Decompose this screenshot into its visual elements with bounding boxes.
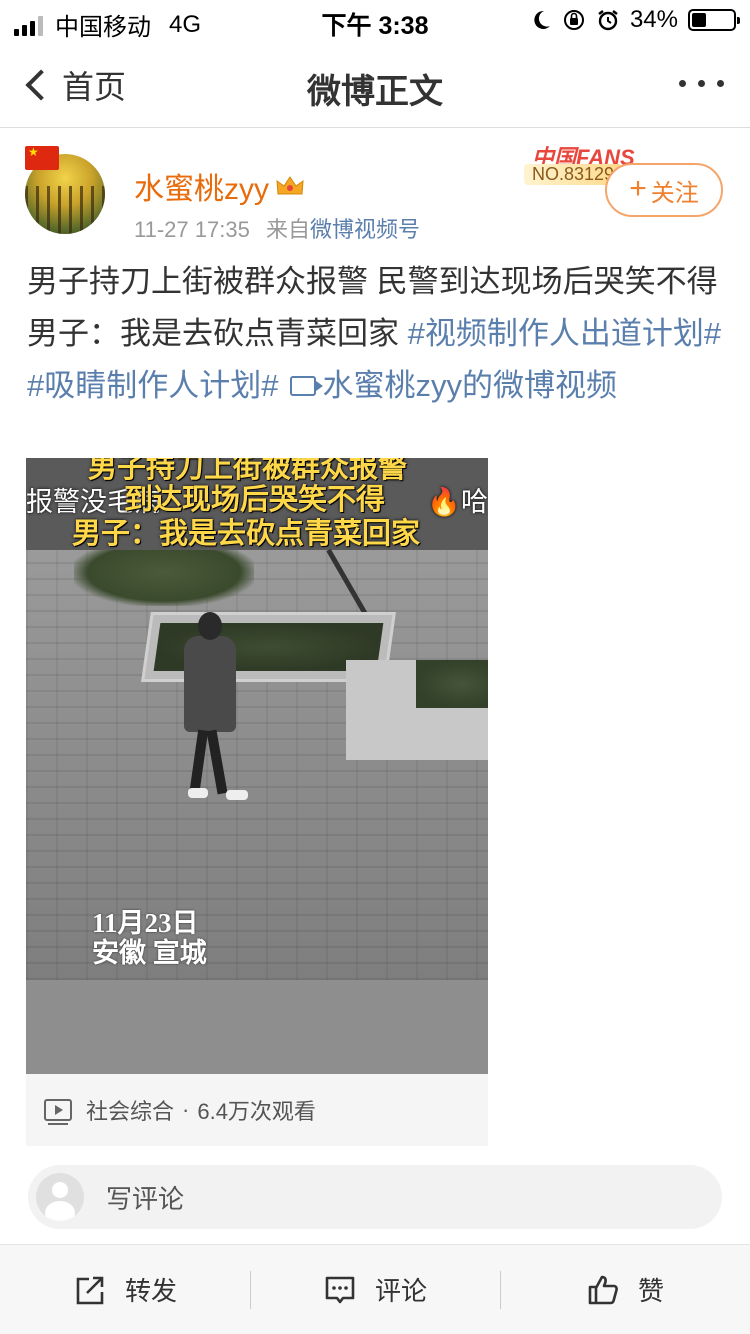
video-camera-icon: [290, 375, 324, 396]
video-meta: 社会综合 · 6.4万次观看: [26, 1074, 488, 1146]
author-name-row[interactable]: 水蜜桃zyy: [134, 164, 305, 208]
page-title: 微博正文: [307, 73, 443, 111]
more-dot-icon: [679, 80, 686, 87]
author-name: 水蜜桃zyy: [134, 173, 269, 206]
planter-box: [346, 660, 488, 760]
video-category: 社会综合: [86, 1099, 175, 1124]
user-avatar-icon: [36, 1173, 84, 1221]
comment-input[interactable]: 写评论: [28, 1165, 722, 1229]
rotation-lock-icon: [563, 10, 584, 30]
plus-icon: +: [629, 172, 647, 205]
planter-shrub: [74, 550, 254, 606]
status-bar: 中国移动 4G 下午 3:38 34%: [0, 0, 750, 41]
repost-icon: [76, 1276, 104, 1304]
walking-person: [174, 612, 248, 802]
bottom-toolbar: 转发 评论 赞: [0, 1244, 750, 1334]
from-prefix: 来自: [265, 217, 310, 242]
crown-icon: [276, 176, 304, 195]
comment-icon: [325, 1276, 355, 1303]
follow-button[interactable]: + 关注: [605, 163, 723, 217]
nav-bar: 首页 微博正文: [0, 40, 750, 128]
alarm-icon: [598, 10, 618, 31]
danmu-comment: 🔥哈: [427, 487, 488, 517]
topic-link[interactable]: #吸睛制作人计划#: [27, 368, 278, 403]
video-views: 6.4万次观看: [197, 1099, 316, 1124]
video-link[interactable]: 水蜜桃zyy的微博视频: [322, 368, 617, 403]
like-label: 赞: [637, 1276, 664, 1306]
meta-separator: ·: [182, 1097, 190, 1122]
more-button[interactable]: [679, 80, 724, 87]
comment-label: 评论: [374, 1276, 427, 1306]
battery-icon: [688, 9, 740, 31]
tv-play-icon: [44, 1099, 72, 1125]
battery-percent: 34%: [629, 6, 678, 33]
video-player[interactable]: 男子持刀上街被群众报警 报警没毛病 到达现场后哭笑不得 🔥哈 男子：我是去砍点青…: [26, 458, 488, 1074]
thumbs-up-icon: [588, 1275, 618, 1304]
moon-icon: [534, 10, 550, 29]
more-dot-icon: [717, 80, 724, 87]
post-meta: 11-27 17:35 来自微博视频号: [134, 212, 420, 244]
post-source[interactable]: 微博视频号: [310, 217, 420, 242]
china-flag-icon: [25, 145, 59, 170]
follow-label: 关注: [650, 179, 699, 207]
overlay-place: 安徽 宣城: [92, 938, 207, 968]
repost-label: 转发: [124, 1276, 177, 1306]
video-caption-line: 男子：我是去砍点青菜回家: [72, 518, 421, 550]
author-header: 水蜜桃zyy 11-27 17:35 来自微博视频号 中国FANS NO.831…: [0, 140, 750, 250]
like-button[interactable]: 赞: [500, 1245, 750, 1334]
more-dot-icon: [698, 80, 705, 87]
repost-button[interactable]: 转发: [0, 1245, 250, 1334]
post-text: 男子持刀上街被群众报警 民警到达现场后哭笑不得 男子：我是去砍点青菜回家 #视频…: [27, 256, 727, 412]
video-overlay-text: 11月23日 安徽 宣城: [92, 908, 207, 968]
status-right: 34%: [530, 6, 740, 34]
post-time: 11-27 17:35: [134, 217, 250, 242]
overlay-date: 11月23日: [92, 908, 199, 938]
comment-placeholder: 写评论: [106, 1183, 185, 1214]
topic-link[interactable]: #视频制作人出道计划#: [408, 316, 721, 351]
video-bottom-area: [26, 980, 488, 1074]
comment-button[interactable]: 评论: [250, 1245, 500, 1334]
